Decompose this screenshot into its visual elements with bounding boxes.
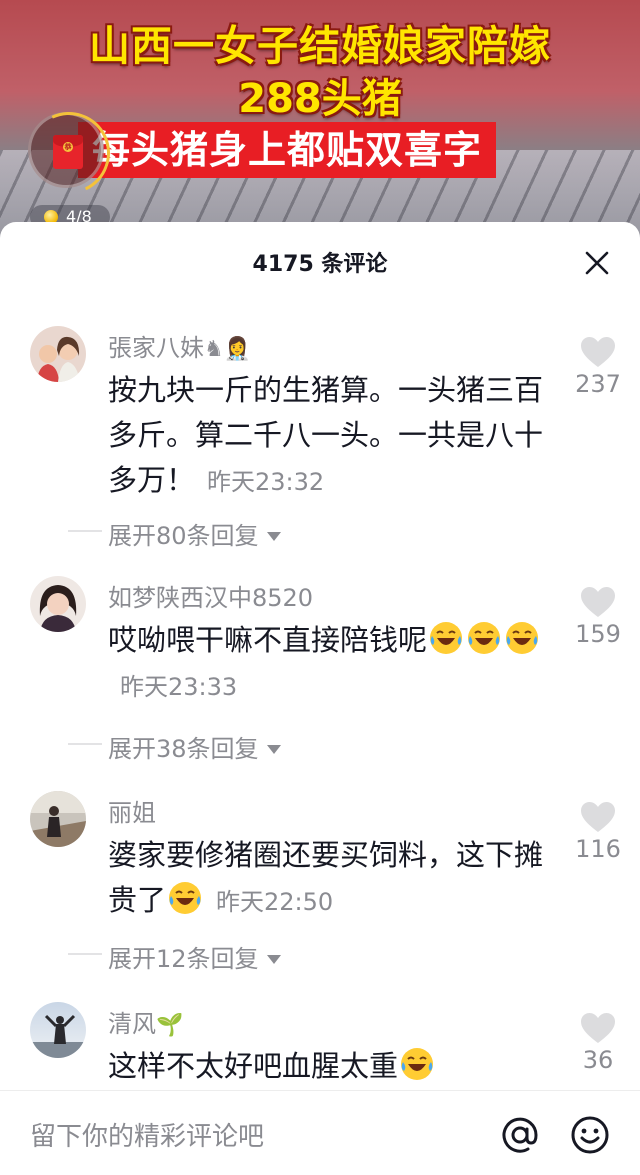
heart-icon [581,1013,615,1043]
comment-input-bar [0,1090,640,1175]
like-count: 116 [575,835,621,863]
at-sign-icon [502,1117,538,1153]
close-icon [585,251,609,275]
comment-username[interactable]: 如梦陕西汉中8520 [108,578,313,613]
like-button[interactable]: 36 [572,1012,624,1074]
comments-count-title: 4175 条评论 [252,252,388,277]
like-count: 159 [575,620,621,648]
divider-line [68,953,102,955]
comment-time: 昨天23:33 [120,673,238,701]
comment-input[interactable] [30,1119,470,1155]
avatar[interactable] [30,326,86,382]
name-emoji: 🌱 [156,1013,184,1038]
smile-icon [571,1116,609,1154]
avatar[interactable] [30,576,86,632]
comment-time: 昨天22:50 [216,888,334,916]
like-button[interactable]: 159 [572,586,624,648]
chevron-down-icon [266,955,281,964]
laughing-tears-emoji [506,622,539,654]
heart-icon [581,587,615,617]
laughing-tears-emoji [401,1048,434,1080]
comment-text: 这样不太好吧血腥太重 [108,1044,548,1089]
avatar[interactable] [30,1002,86,1058]
video-background[interactable]: 山西一女子结婚娘家陪嫁 288头猪 每头猪身上都贴双喜字 恭 4/8 [0,0,640,240]
like-button[interactable]: 116 [572,801,624,863]
video-title-line1: 山西一女子结婚娘家陪嫁 [89,22,551,70]
comment-username[interactable]: 張家八妹♞👩‍⚕️ [108,328,251,363]
expand-replies-button[interactable]: 展开12条回复 [68,939,281,974]
laughing-tears-emoji [430,622,463,654]
comment-username[interactable]: 清风🌱 [108,1004,183,1039]
chevron-down-icon [266,532,281,541]
red-packet-button[interactable]: 恭 [28,112,104,188]
expand-replies-button[interactable]: 展开80条回复 [68,516,281,551]
laughing-tears-emoji [468,622,501,654]
like-count: 36 [582,1046,614,1074]
laughing-tears-emoji [169,882,202,914]
heart-icon [581,337,615,367]
like-button[interactable]: 237 [572,336,624,398]
divider-line [68,530,102,532]
mention-button[interactable] [498,1113,542,1157]
video-subtitle: 每头猪身上都贴双喜字 [78,122,497,178]
comment-text: 哎呦喂干嘛不直接陪钱呢昨天23:33 [108,618,548,710]
heart-icon [581,802,615,832]
like-count: 237 [575,370,621,398]
name-emoji: ♞👩‍⚕️ [204,337,252,362]
close-button[interactable] [578,244,616,282]
expand-replies-button[interactable]: 展开38条回复 [68,729,281,764]
comment-time: 昨天23:32 [207,468,325,496]
chevron-down-icon [266,745,281,754]
red-envelope-icon: 恭 [53,135,83,169]
comment-text: 按九块一斤的生猪算。一头猪三百多斤。算二千八一头。一共是八十多万！ 昨天23:32 [108,373,544,497]
avatar[interactable] [30,791,86,847]
video-title-line2: 288头猪 [238,76,402,122]
comment-username[interactable]: 丽姐 [108,793,156,828]
red-packet-seal: 恭 [63,142,73,152]
emoji-button[interactable] [568,1113,612,1157]
comment-text: 婆家要修猪圈还要买饲料，这下摊贵了 昨天22:50 [108,838,544,917]
divider-line [68,743,102,745]
